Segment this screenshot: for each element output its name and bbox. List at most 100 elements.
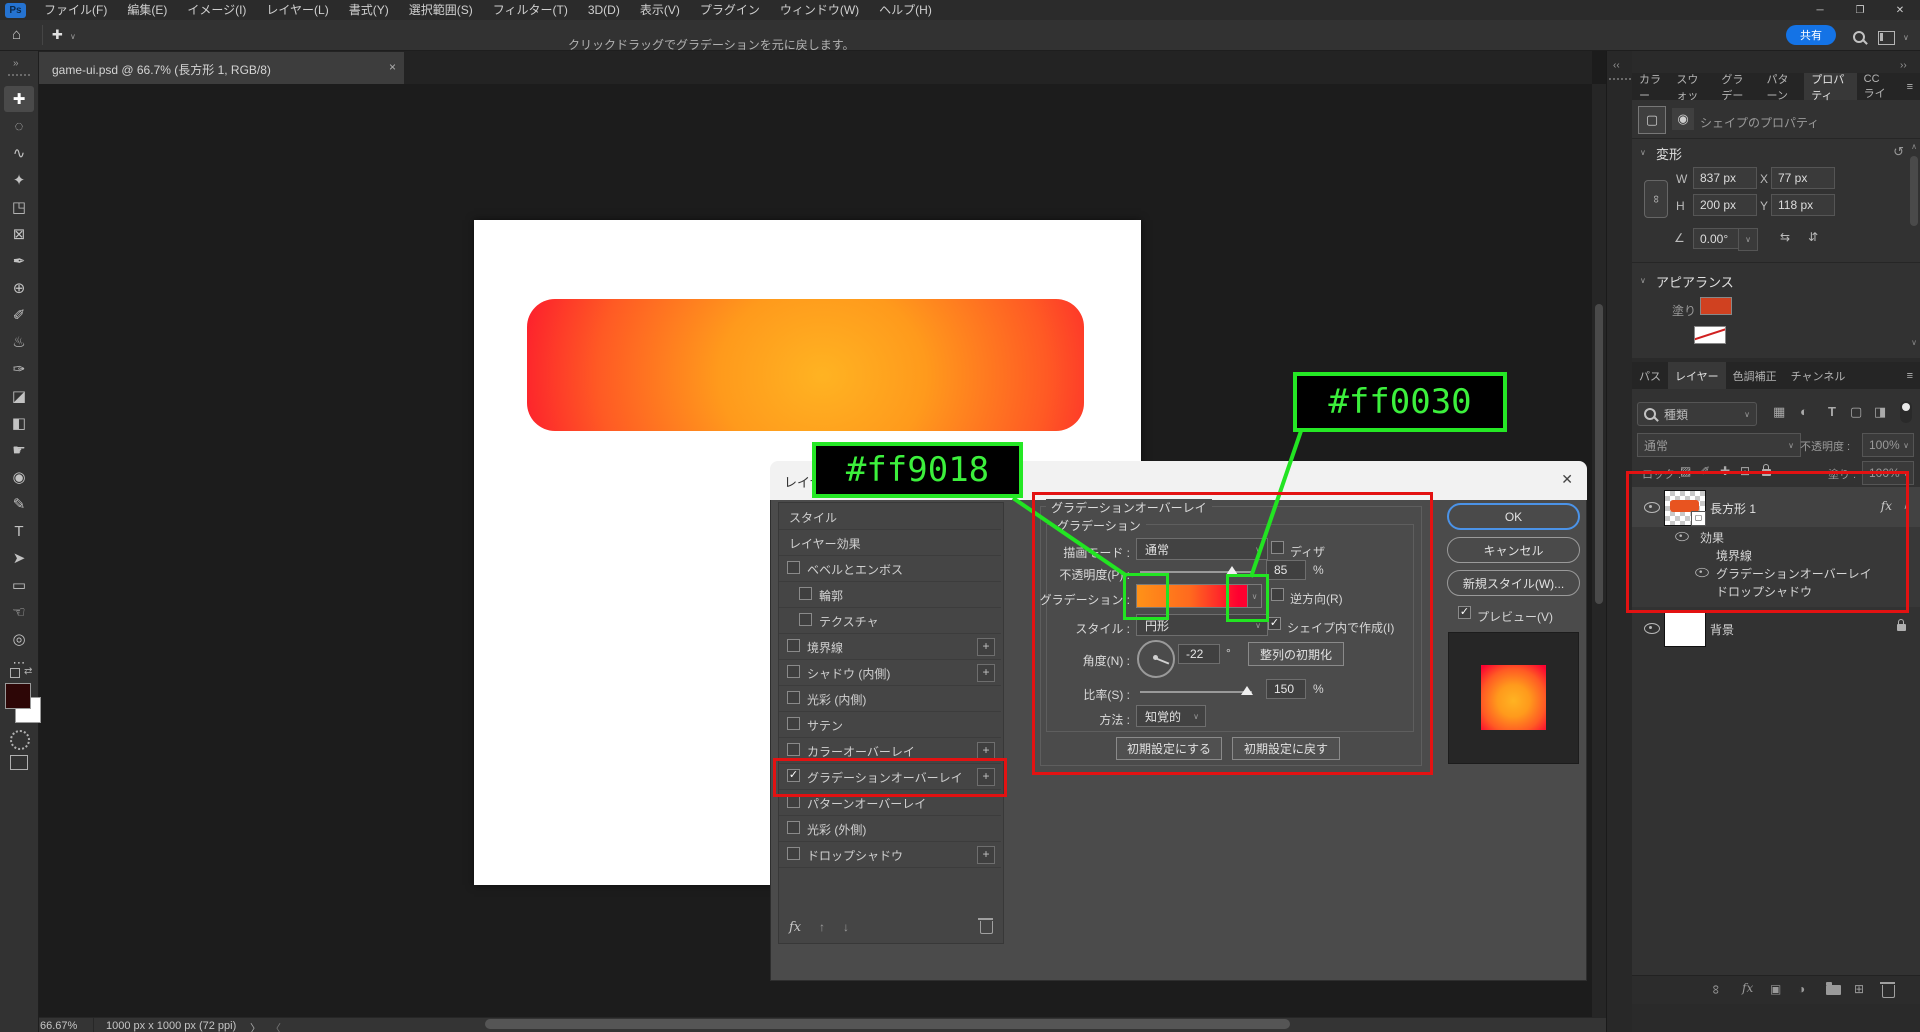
quick-mask-icon[interactable]: [10, 730, 30, 750]
cancel-button[interactable]: キャンセル: [1447, 537, 1580, 563]
document-close-icon[interactable]: ×: [389, 60, 396, 74]
style-row-texture[interactable]: テクスチャ: [779, 607, 1001, 634]
menu-filter[interactable]: フィルター(T): [483, 0, 578, 20]
bevel-checkbox[interactable]: [787, 561, 800, 574]
background-thumbnail[interactable]: [1664, 611, 1706, 647]
status-prev-icon[interactable]: 〈: [270, 1020, 281, 1032]
crop-tool[interactable]: ◳: [4, 194, 34, 220]
move-effect-down-icon[interactable]: ↓: [843, 920, 849, 934]
style-row-styles[interactable]: スタイル: [779, 503, 1001, 530]
tab-layers[interactable]: レイヤー: [1668, 362, 1726, 389]
lasso-tool[interactable]: ∿: [4, 140, 34, 166]
style-row-outer-glow[interactable]: 光彩 (外側): [779, 815, 1001, 842]
history-brush-tool[interactable]: ✑: [4, 356, 34, 382]
inner-shadow-checkbox[interactable]: [787, 665, 800, 678]
type-tool[interactable]: T: [4, 518, 34, 544]
color-overlay-checkbox[interactable]: [787, 743, 800, 756]
filter-smart-object-icon[interactable]: ◨: [1874, 404, 1886, 420]
move-effect-up-icon[interactable]: ↑: [819, 920, 825, 934]
brush-tool[interactable]: ✐: [4, 302, 34, 328]
frame-tool[interactable]: ⊠: [4, 221, 34, 247]
search-icon[interactable]: [1853, 31, 1865, 43]
drop-shadow-checkbox[interactable]: [787, 847, 800, 860]
ok-button[interactable]: OK: [1447, 503, 1580, 530]
menu-select[interactable]: 選択範囲(S): [399, 0, 483, 20]
contour-checkbox[interactable]: [799, 587, 812, 600]
current-tool-icon[interactable]: ✚: [52, 27, 63, 43]
menu-plugins[interactable]: プラグイン: [690, 0, 770, 20]
screen-mode-icon[interactable]: [10, 755, 28, 770]
transform-properties-icon[interactable]: ▢: [1638, 106, 1666, 134]
layers-opacity-field[interactable]: 100% ∨: [1862, 433, 1914, 457]
path-selection-tool[interactable]: ➤: [4, 545, 34, 571]
layers-panel-menu-icon[interactable]: ≡: [1900, 362, 1920, 389]
tab-patterns[interactable]: パターン: [1760, 73, 1805, 102]
swap-colors-icon[interactable]: ⇄: [24, 666, 32, 677]
rotation-chevron-icon[interactable]: ∨: [1738, 228, 1758, 251]
style-row-inner-glow[interactable]: 光彩 (内側): [779, 685, 1001, 712]
stroke-checkbox[interactable]: [787, 639, 800, 652]
filter-toggle-switch[interactable]: [1900, 401, 1912, 423]
canvas-vertical-scrollbar[interactable]: [1592, 84, 1606, 1017]
object-selection-tool[interactable]: ✦: [4, 167, 34, 193]
gradient-tool[interactable]: ◧: [4, 410, 34, 436]
add-adjustment-icon[interactable]: ◑: [1798, 982, 1805, 996]
texture-checkbox[interactable]: [799, 613, 812, 626]
height-field[interactable]: 200 px: [1693, 194, 1757, 216]
mask-properties-icon[interactable]: ◉: [1672, 108, 1694, 130]
background-layer-name[interactable]: 背景: [1710, 621, 1734, 638]
zoom-tool[interactable]: ◎: [4, 626, 34, 652]
flip-horizontal-icon[interactable]: ⇆: [1780, 230, 1790, 244]
menu-image[interactable]: イメージ(I): [177, 0, 256, 20]
transform-reset-icon[interactable]: ↺: [1893, 144, 1904, 160]
close-window-button[interactable]: ✕: [1880, 0, 1920, 20]
gradient-rectangle-shape[interactable]: [527, 299, 1084, 431]
outer-glow-checkbox[interactable]: [787, 821, 800, 834]
inner-glow-checkbox[interactable]: [787, 691, 800, 704]
eyedropper-tool[interactable]: ✒: [4, 248, 34, 274]
background-visibility-eye-icon[interactable]: [1644, 623, 1660, 634]
tool-preset-chevron-icon[interactable]: ∨: [70, 32, 76, 41]
properties-scroll-down-icon[interactable]: ∨: [1911, 338, 1917, 347]
status-next-icon[interactable]: 〉: [250, 1020, 261, 1032]
foreground-color-swatch[interactable]: [5, 683, 31, 709]
default-colors-icon[interactable]: [10, 668, 20, 678]
document-tab[interactable]: game-ui.psd @ 66.7% (長方形 1, RGB/8) ×: [38, 52, 404, 84]
clone-stamp-tool[interactable]: ♨: [4, 329, 34, 355]
hand-tool[interactable]: ☜: [4, 599, 34, 625]
filter-shape-icon[interactable]: ▢: [1850, 404, 1862, 420]
drop-shadow-add-icon[interactable]: +: [977, 846, 995, 864]
style-row-bevel-emboss[interactable]: ベベルとエンボス: [779, 555, 1001, 582]
filter-adjustment-icon[interactable]: ◐: [1800, 404, 1808, 419]
smudge-tool[interactable]: ☛: [4, 437, 34, 463]
delete-effect-trash-icon[interactable]: [978, 918, 993, 934]
restore-button[interactable]: ❐: [1840, 0, 1880, 20]
link-dimensions-icon[interactable]: ∞: [1644, 180, 1668, 218]
style-row-inner-shadow[interactable]: シャドウ (内側) +: [779, 659, 1001, 686]
style-row-contour[interactable]: 輪郭: [779, 581, 1001, 608]
tab-cc-libraries[interactable]: CC ライ: [1857, 73, 1900, 100]
style-row-satin[interactable]: サテン: [779, 711, 1001, 738]
menu-help[interactable]: ヘルプ(H): [869, 0, 942, 20]
dock-expand-icon[interactable]: ››: [1900, 60, 1907, 71]
properties-scrollbar-thumb[interactable]: [1910, 156, 1918, 226]
new-style-button[interactable]: 新規スタイル(W)...: [1447, 570, 1580, 596]
menu-view[interactable]: 表示(V): [630, 0, 690, 20]
pen-tool[interactable]: ✎: [4, 491, 34, 517]
move-tool[interactable]: ✚: [4, 86, 34, 112]
menu-layer[interactable]: レイヤー(L): [256, 0, 338, 20]
link-layers-icon[interactable]: ∞: [1709, 985, 1724, 994]
tab-color[interactable]: カラー: [1632, 73, 1669, 102]
appearance-section-chevron-icon[interactable]: ∨: [1640, 276, 1646, 285]
add-mask-icon[interactable]: ▣: [1770, 982, 1781, 996]
zoom-level[interactable]: 66.67%: [40, 1020, 77, 1032]
elliptical-marquee-tool[interactable]: ◌: [4, 113, 34, 139]
fill-color-swatch[interactable]: [1700, 297, 1732, 315]
style-row-blending-options[interactable]: レイヤー効果: [779, 529, 1001, 556]
transform-section-chevron-icon[interactable]: ∨: [1640, 148, 1646, 157]
fx-icon[interactable]: fx: [789, 920, 801, 935]
add-layer-style-fx-icon[interactable]: fx: [1742, 981, 1753, 995]
share-button[interactable]: 共有: [1786, 25, 1836, 45]
dialog-close-icon[interactable]: ✕: [1561, 471, 1573, 488]
y-field[interactable]: 118 px: [1771, 194, 1835, 216]
